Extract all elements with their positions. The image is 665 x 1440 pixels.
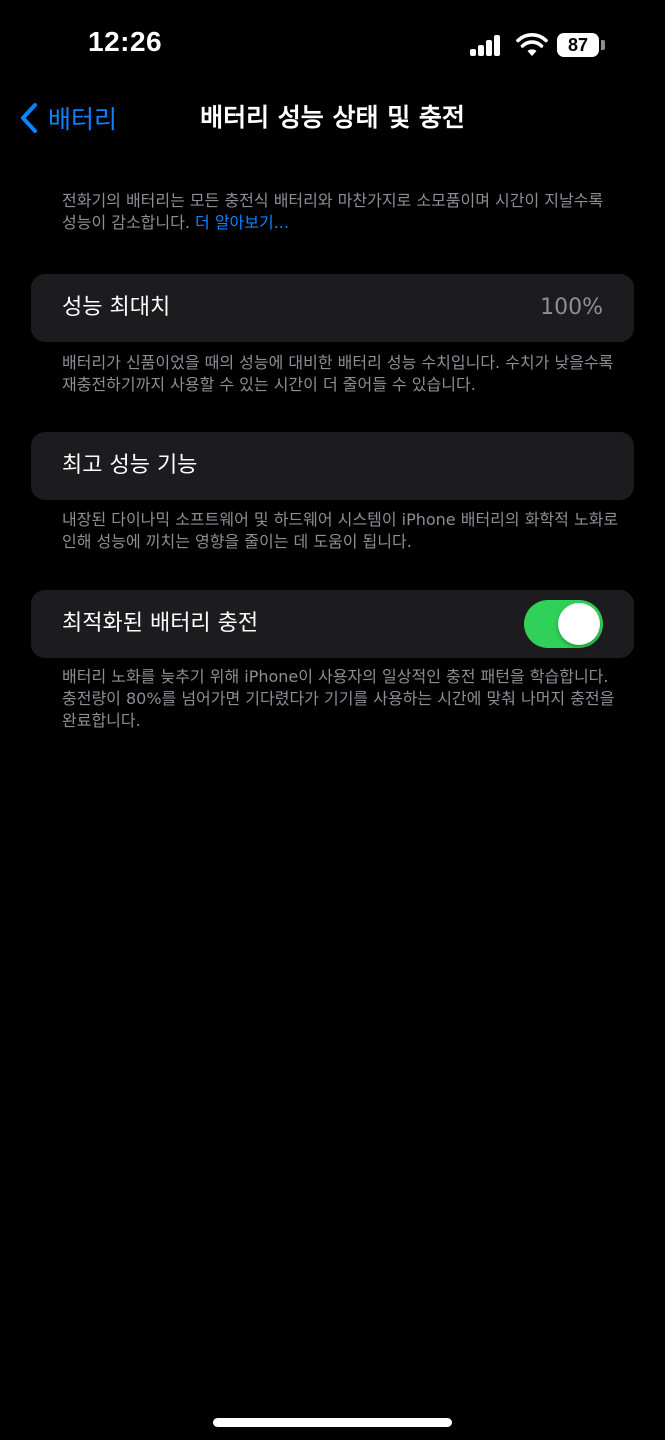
back-button[interactable]: 배터리 <box>18 98 117 138</box>
status-time: 12:26 <box>88 26 163 57</box>
peak-performance-label: 최고 성능 기능 <box>62 453 198 478</box>
peak-performance-row: 최고 성능 기능 <box>31 432 634 500</box>
maximum-capacity-label: 성능 최대치 <box>62 295 171 320</box>
maximum-capacity-footnote: 배터리가 신품이었을 때의 성능에 대비한 배터리 성능 수치입니다. 수치가 … <box>62 353 614 394</box>
optimized-charging-toggle[interactable] <box>524 600 603 648</box>
chevron-left-icon <box>21 103 37 133</box>
battery-tip <box>601 40 605 50</box>
back-button-label: 배터리 <box>48 105 118 134</box>
intro-text: 전화기의 배터리는 모든 충전식 배터리와 마찬가지로 소모품이며 시간이 지날… <box>62 191 604 232</box>
battery-icon: 87 <box>557 33 599 57</box>
optimized-charging-footnote: 배터리 노화를 늦추기 위해 iPhone이 사용자의 일상적인 충전 패턴을 … <box>62 667 615 730</box>
peak-performance-footnote: 내장된 다이나믹 소프트웨어 및 하드웨어 시스템이 iPhone 배터리의 화… <box>62 510 619 551</box>
navigation-bar: 배터리 성능 상태 및 충전 배터리 <box>0 90 665 150</box>
status-bar: 12:26 87 <box>0 0 665 90</box>
intro-description: 전화기의 배터리는 모든 충전식 배터리와 마찬가지로 소모품이며 시간이 지날… <box>62 190 622 234</box>
learn-more-link[interactable]: 더 알아보기... <box>195 213 289 232</box>
maximum-capacity-row: 성능 최대치 100% <box>31 274 634 342</box>
optimized-charging-label: 최적화된 배터리 충전 <box>62 611 259 636</box>
signal-icon <box>470 34 502 56</box>
maximum-capacity-value: 100% <box>540 295 603 320</box>
toggle-knob <box>558 603 600 645</box>
home-indicator[interactable] <box>213 1418 452 1427</box>
optimized-charging-row: 최적화된 배터리 충전 <box>31 590 634 658</box>
wifi-icon <box>516 33 548 56</box>
